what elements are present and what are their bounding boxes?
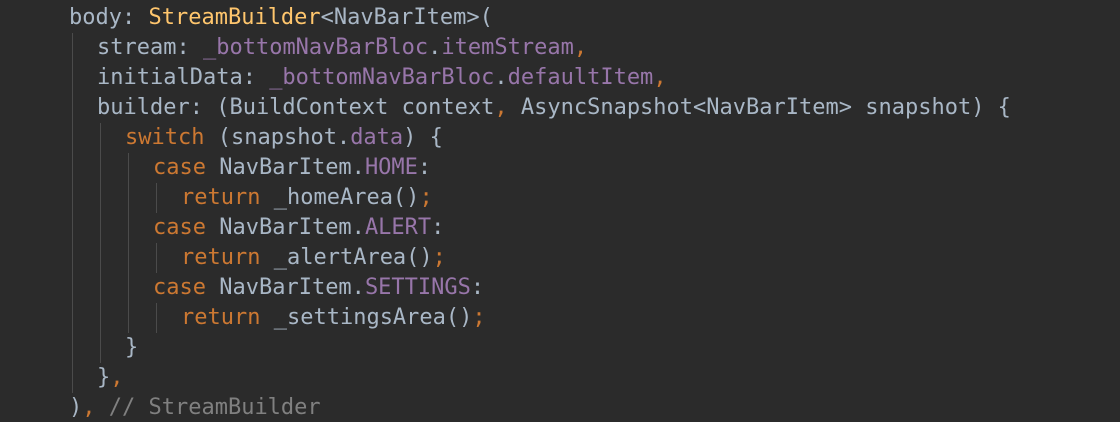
code-token: case — [153, 155, 206, 180]
code-token: defaultItem — [507, 65, 654, 90]
code-token: . — [494, 65, 508, 90]
code-token: , — [110, 365, 124, 390]
code-token: StreamBuilder — [148, 5, 321, 30]
indent-guide-line — [72, 33, 73, 393]
code-line[interactable]: switch (snapshot.data) { — [125, 123, 443, 153]
code-token: ) { — [403, 125, 443, 150]
code-token: return — [181, 245, 261, 270]
code-line[interactable]: body: StreamBuilder<NavBarItem>( — [69, 3, 493, 33]
code-token: : — [431, 215, 445, 240]
code-token: _homeArea() — [260, 185, 420, 210]
code-token: ) — [69, 395, 83, 420]
code-line[interactable]: return _settingsArea(); — [181, 303, 486, 333]
code-token: ; — [472, 305, 486, 330]
code-token: return — [181, 305, 261, 330]
code-line[interactable]: builder: (BuildContext context, AsyncSna… — [97, 93, 1011, 123]
code-line[interactable]: stream: _bottomNavBarBloc.itemStream, — [97, 33, 587, 63]
code-token: } — [97, 365, 111, 390]
indent-guide-line — [156, 303, 157, 333]
code-token: switch — [125, 125, 205, 150]
code-token: _bottomNavBarBloc — [202, 35, 429, 60]
code-line[interactable]: return _alertArea(); — [181, 243, 446, 273]
code-token: AsyncSnapshot<NavBarItem> snapshot) { — [507, 95, 1011, 120]
code-token: NavBarItem. — [205, 155, 365, 180]
code-token: : — [417, 155, 432, 180]
code-token: , — [573, 35, 588, 60]
code-token: data — [350, 125, 404, 150]
code-token: , — [653, 65, 667, 90]
code-line[interactable]: } — [125, 333, 138, 363]
code-token: , — [82, 395, 96, 420]
code-token: _bottomNavBarBloc — [269, 65, 495, 90]
code-token: NavBarItem. — [205, 275, 365, 300]
indent-guide-line — [156, 243, 157, 273]
code-editor[interactable]: body: StreamBuilder<NavBarItem>(stream: … — [0, 0, 1120, 422]
code-line[interactable]: initialData: _bottomNavBarBloc.defaultIt… — [97, 63, 667, 93]
code-line[interactable]: }, — [97, 363, 124, 393]
indent-guide-line — [156, 183, 157, 213]
code-token: builder: (BuildContext context — [97, 95, 495, 120]
code-line[interactable]: case NavBarItem.HOME: — [153, 153, 431, 183]
code-token: case — [153, 275, 206, 300]
code-token: ; — [419, 185, 433, 210]
code-token: SETTINGS — [364, 275, 471, 300]
code-line[interactable]: ), // StreamBuilder — [69, 393, 321, 422]
code-token: body: — [69, 5, 149, 30]
indent-guide-line — [128, 153, 129, 333]
code-token: (snapshot. — [204, 125, 351, 150]
code-token: : — [470, 275, 485, 300]
code-token: , — [494, 95, 508, 120]
code-token: stream: — [97, 35, 203, 60]
code-token: return — [181, 185, 261, 210]
code-token: HOME — [364, 155, 418, 180]
code-token: _settingsArea() — [260, 305, 473, 330]
code-token: } — [125, 335, 139, 360]
code-token: // StreamBuilder — [95, 395, 321, 420]
code-line[interactable]: case NavBarItem.ALERT: — [153, 213, 444, 243]
code-token: ; — [432, 245, 446, 270]
code-token: <NavBarItem>( — [320, 5, 493, 30]
code-token: NavBarItem. — [205, 215, 365, 240]
code-token: case — [153, 215, 206, 240]
code-token: _alertArea() — [260, 245, 433, 270]
code-token: ALERT — [364, 215, 432, 240]
indent-guide-line — [100, 123, 101, 363]
code-token: itemStream — [441, 35, 574, 60]
code-token: initialData: — [97, 65, 270, 90]
code-line[interactable]: return _homeArea(); — [181, 183, 433, 213]
code-token: . — [428, 35, 442, 60]
code-line[interactable]: case NavBarItem.SETTINGS: — [153, 273, 484, 303]
